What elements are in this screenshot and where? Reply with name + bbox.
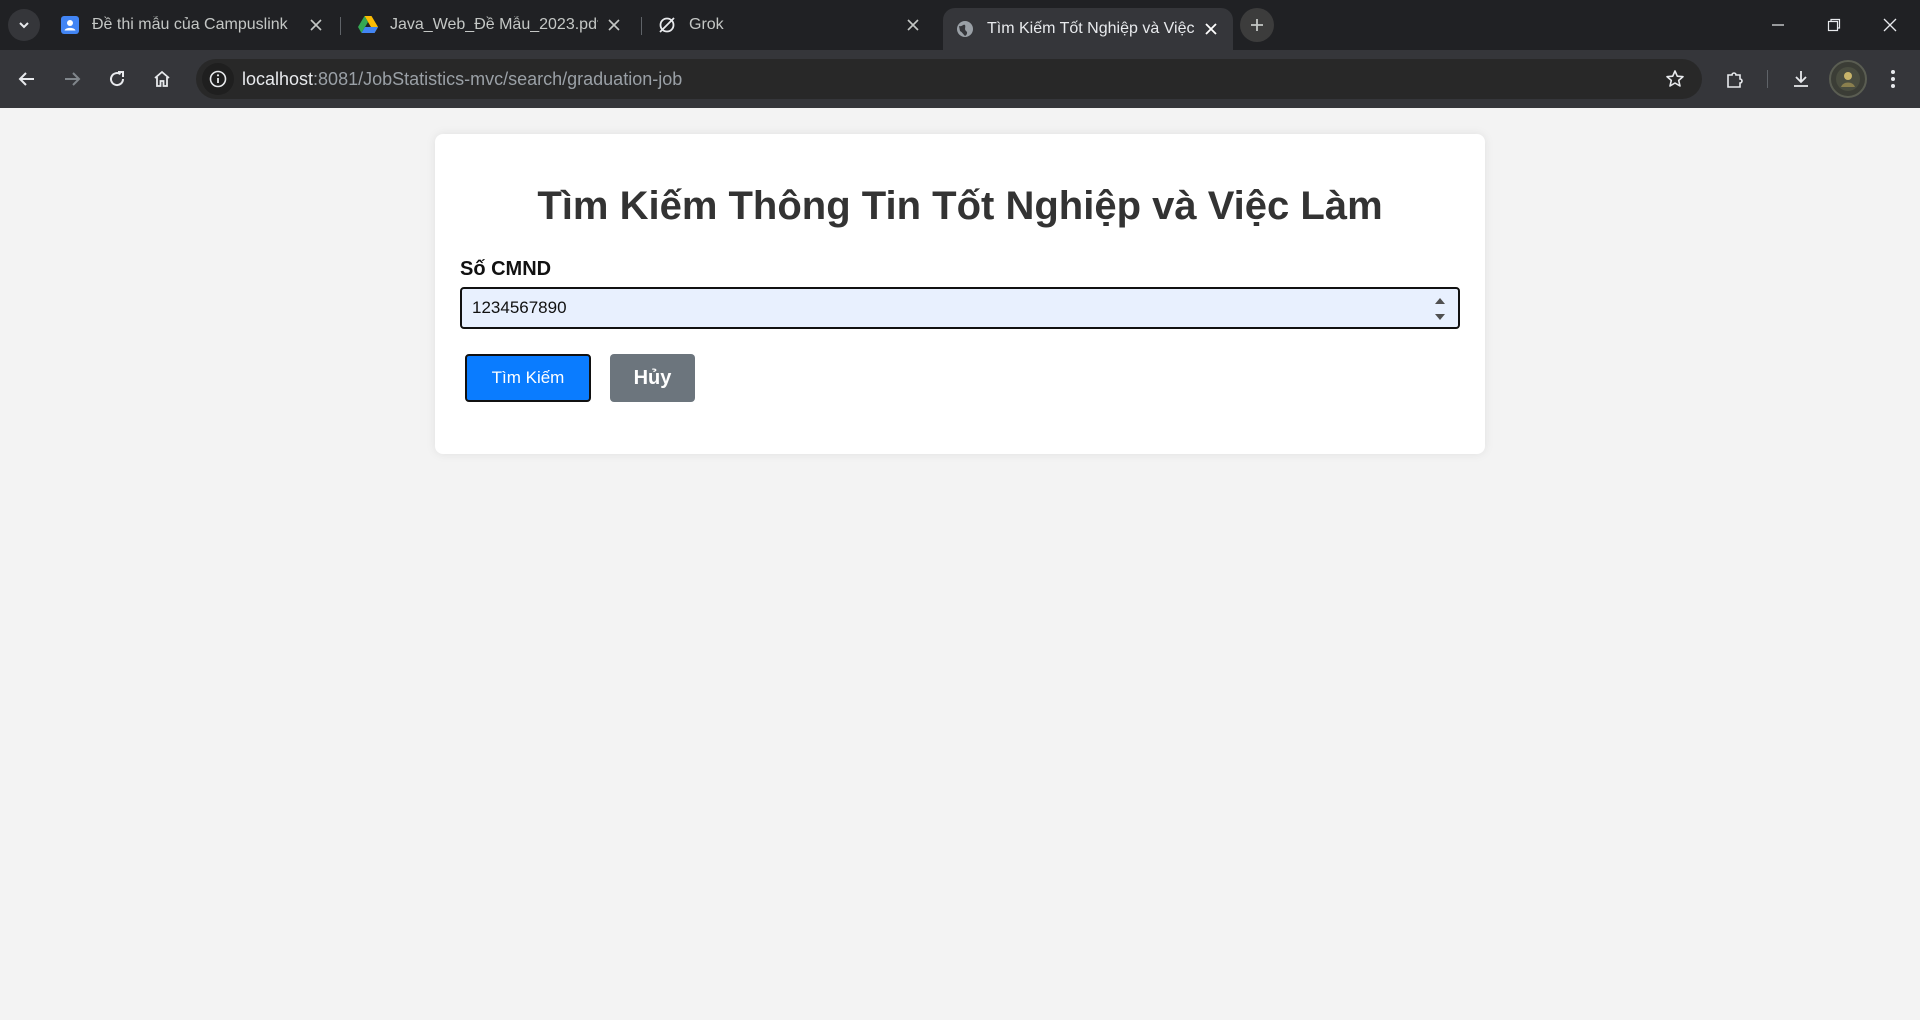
restore-button[interactable]	[1806, 0, 1862, 50]
profile-icon	[1836, 67, 1860, 91]
page-title: Tìm Kiếm Thông Tin Tốt Nghiệp và Việc Là…	[537, 184, 1383, 228]
new-tab-button[interactable]	[1240, 8, 1274, 42]
reload-button[interactable]	[100, 62, 134, 96]
tab-drive-pdf[interactable]: Java_Web_Đề Mẫu_2023.pdf - G	[346, 0, 636, 50]
download-icon	[1794, 71, 1808, 87]
forward-button[interactable]	[55, 62, 89, 96]
tab-campuslink[interactable]: Đề thi mẫu của Campuslink	[48, 0, 338, 50]
bookmark-button[interactable]	[1658, 62, 1692, 96]
toolbar-divider	[1767, 70, 1768, 88]
url-path: :8081/JobStatistics-mvc/search/graduatio…	[313, 69, 683, 89]
menu-button[interactable]	[1876, 62, 1910, 96]
tab-divider	[340, 17, 341, 35]
chevron-down-icon	[19, 22, 29, 29]
tab-divider	[641, 17, 642, 35]
cancel-button[interactable]: Hủy	[610, 354, 695, 402]
close-icon[interactable]	[1201, 19, 1221, 39]
plus-icon	[1251, 19, 1263, 31]
home-button[interactable]	[145, 62, 179, 96]
drive-icon	[358, 15, 378, 35]
forward-arrow-icon	[65, 72, 81, 86]
reload-icon	[110, 71, 125, 87]
grok-icon	[657, 15, 677, 35]
browser-toolbar: localhost:8081/JobStatistics-mvc/search/…	[0, 50, 1920, 108]
back-arrow-icon	[18, 72, 34, 86]
spin-up-icon[interactable]	[1434, 297, 1446, 305]
star-icon	[1666, 70, 1684, 87]
number-spinner[interactable]	[1433, 297, 1447, 321]
tab-graduation-job-search[interactable]: Tìm Kiếm Tốt Nghiệp và Việc Là	[943, 8, 1233, 50]
close-icon[interactable]	[604, 15, 624, 35]
tab-search-button[interactable]	[8, 9, 40, 41]
kebab-menu-icon	[1891, 70, 1895, 88]
home-icon	[154, 70, 170, 87]
id-number-input[interactable]	[460, 287, 1460, 329]
tab-title: Tìm Kiếm Tốt Nghiệp và Việc Là	[987, 20, 1195, 37]
site-info-button[interactable]	[202, 63, 234, 95]
spin-down-icon[interactable]	[1434, 313, 1446, 321]
back-button[interactable]	[10, 62, 44, 96]
tab-title: Java_Web_Đề Mẫu_2023.pdf - G	[390, 16, 598, 33]
id-number-label: Số CMND	[460, 258, 552, 280]
minimize-button[interactable]	[1750, 0, 1806, 50]
tab-title: Đề thi mẫu của Campuslink	[92, 16, 288, 33]
tab-strip: Đề thi mẫu của Campuslink Java_Web_Đề Mẫ…	[0, 0, 1920, 50]
close-icon[interactable]	[903, 15, 923, 35]
address-bar[interactable]: localhost:8081/JobStatistics-mvc/search/…	[196, 59, 1702, 99]
minimize-icon	[1772, 24, 1784, 26]
profile-avatar[interactable]	[1829, 60, 1867, 98]
search-button[interactable]: Tìm Kiếm	[465, 354, 591, 402]
puzzle-icon	[1727, 72, 1743, 88]
search-form-card: Tìm Kiếm Thông Tin Tốt Nghiệp và Việc Là…	[435, 134, 1485, 454]
tab-grok[interactable]: Grok	[645, 0, 935, 50]
restore-icon	[1827, 18, 1841, 32]
close-icon	[1883, 18, 1897, 32]
url-host: localhost	[242, 69, 314, 89]
url-text: localhost:8081/JobStatistics-mvc/search/…	[242, 69, 682, 90]
extensions-button[interactable]	[1718, 62, 1752, 96]
close-icon[interactable]	[306, 15, 326, 35]
info-icon	[209, 70, 227, 88]
tab-title: Grok	[689, 16, 724, 33]
globe-icon	[955, 19, 975, 39]
close-window-button[interactable]	[1862, 0, 1918, 50]
downloads-button[interactable]	[1784, 62, 1818, 96]
contacts-icon	[60, 15, 80, 35]
